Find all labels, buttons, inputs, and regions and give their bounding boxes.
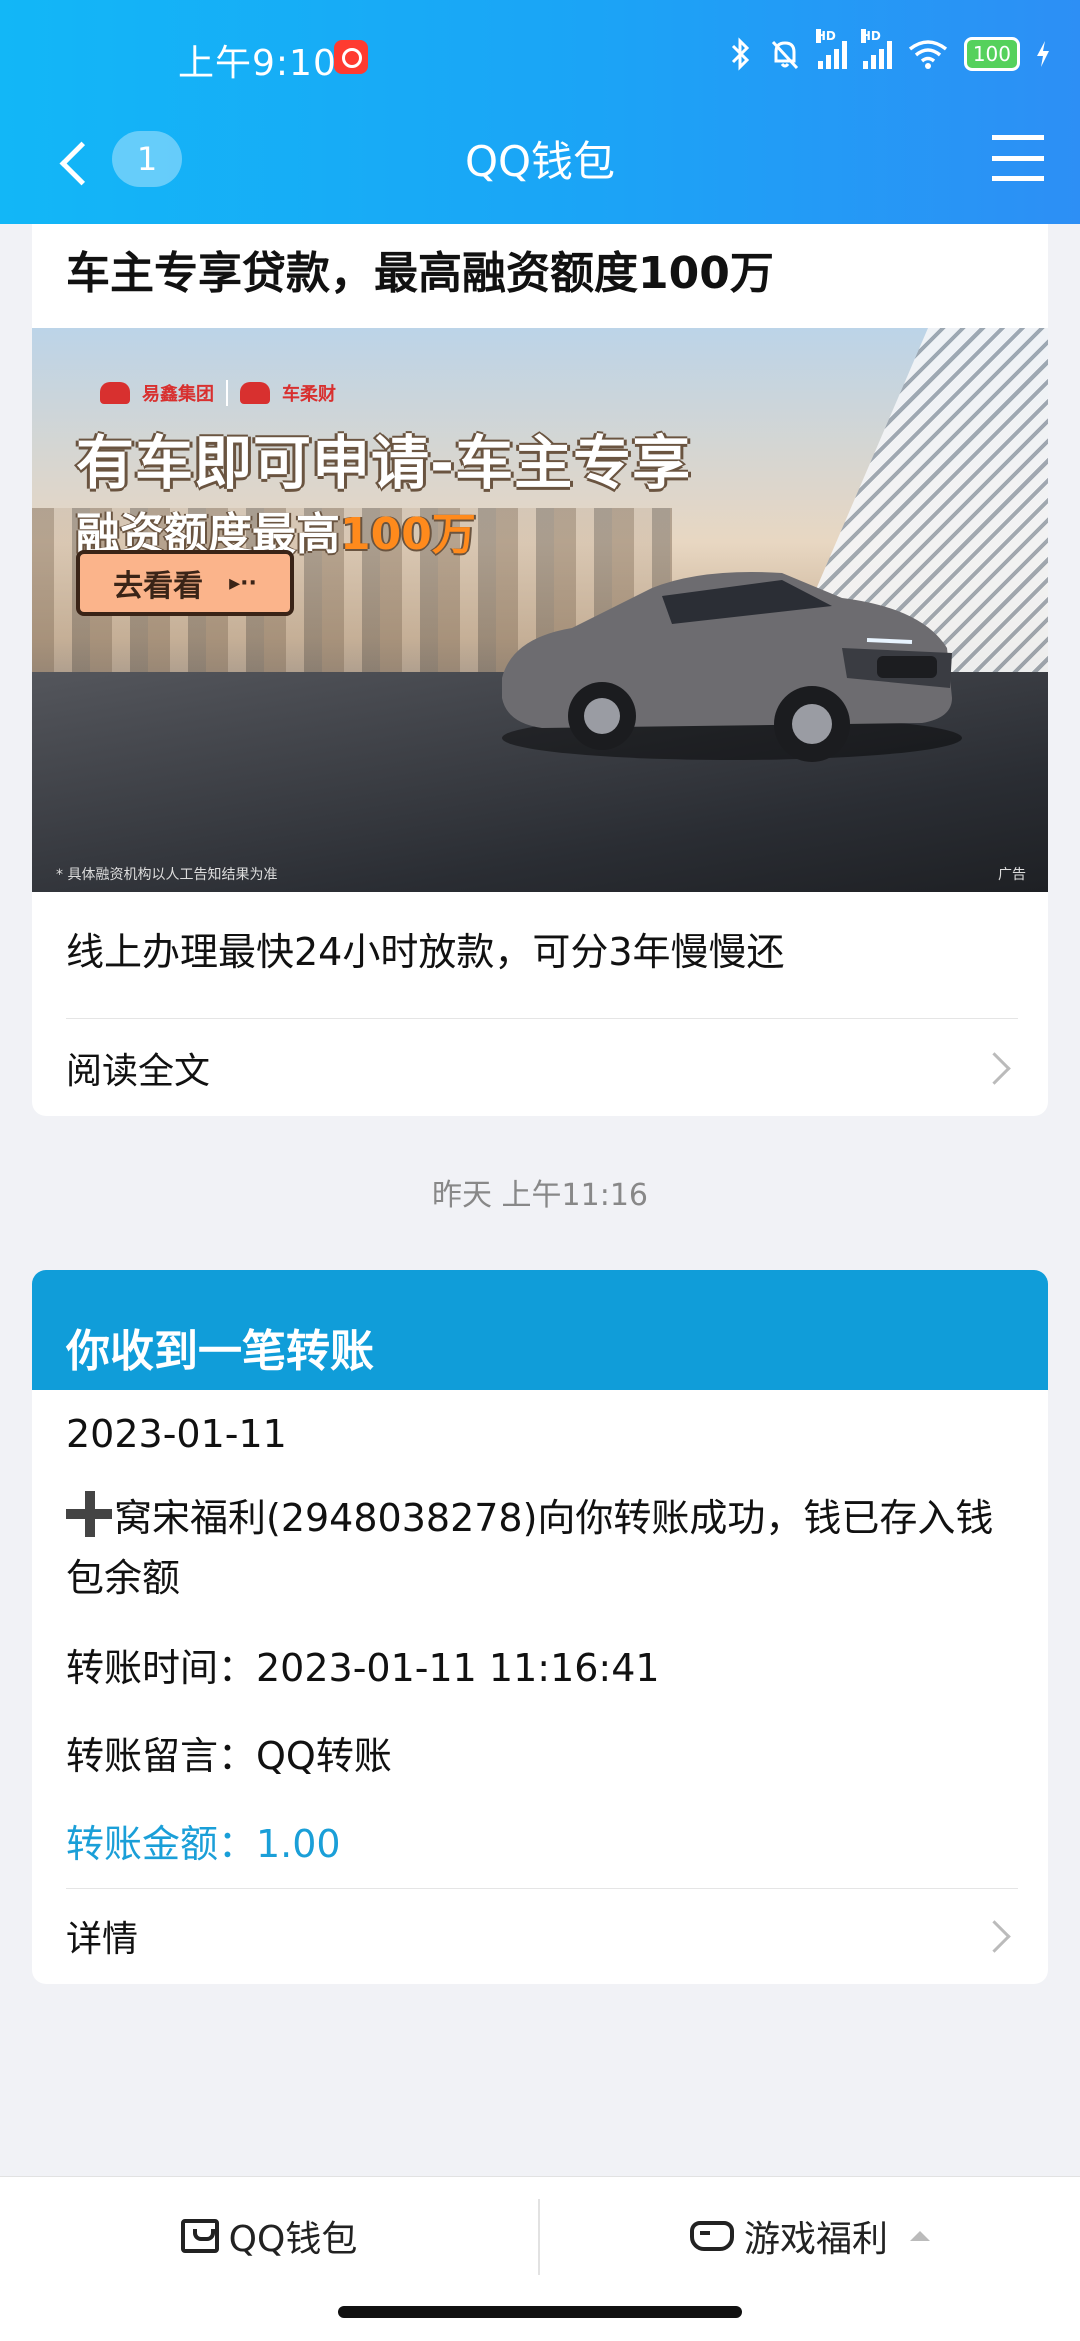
ad-tag: 广告 (998, 867, 1026, 883)
transfer-amount: 转账金额：1.00 (66, 1822, 341, 1866)
brand2-label: 车柔财 (282, 384, 336, 405)
tab-qq-wallet-label: QQ钱包 (228, 2219, 358, 2260)
chevron-right-icon (978, 1051, 1011, 1085)
tab-game-benefits[interactable]: 游戏福利 (540, 2177, 1080, 2295)
status-bar: 上午9:10 HD HD 100 (0, 0, 1080, 110)
netease-music-icon (334, 40, 368, 74)
transfer-header: 你收到一笔转账 (32, 1270, 1048, 1390)
tab-game-benefits-label: 游戏福利 (743, 2219, 888, 2260)
status-icons: HD HD 100 (730, 29, 1050, 74)
logo-divider (226, 380, 228, 406)
details-row[interactable]: 详情 (66, 1892, 1018, 1980)
divider (66, 1018, 1018, 1019)
bluetooth-icon (731, 37, 749, 71)
cheroucai-logo-icon (240, 382, 270, 404)
mute-bell-icon (771, 40, 798, 70)
play-arrow-icon: ▸·· (229, 570, 257, 596)
car-image (502, 572, 962, 762)
charging-icon (1037, 41, 1049, 67)
subline-highlight: 100万 (340, 509, 476, 560)
details-label: 详情 (66, 1919, 139, 1960)
nav-bar: 1 QQ钱包 (0, 110, 1080, 224)
brand-logos: 易鑫集团 车柔财 (100, 380, 336, 406)
transfer-message-text: 窝宋福利(2948038278)向你转账成功，钱已存入钱包余额 (66, 1496, 994, 1600)
battery-indicator: 100 (963, 37, 1020, 71)
transfer-message: 窝宋福利(2948038278)向你转账成功，钱已存入钱包余额 (66, 1488, 1018, 1608)
page-title: QQ钱包 (464, 137, 616, 186)
divider (66, 1888, 1018, 1889)
transfer-note: 转账留言：QQ转账 (66, 1734, 392, 1778)
tab-qq-wallet[interactable]: QQ钱包 (0, 2177, 538, 2295)
ad-description: 线上办理最快24小时放款，可分3年慢慢还 (66, 930, 785, 974)
wifi-icon (908, 40, 947, 69)
yixin-logo-icon (100, 382, 130, 404)
banner-headline: 有车即可申请-车主专享 (76, 429, 692, 497)
ad-banner[interactable]: 易鑫集团 车柔财 有车即可申请-车主专享 融资额度最高100万 去看看 ▸·· *… (32, 328, 1048, 892)
gamepad-icon (689, 2221, 734, 2251)
ad-card[interactable]: 车主专享贷款，最高融资额度100万 易鑫集团 车柔财 有车即可申请-车主专享 融… (32, 224, 1048, 1116)
hd-label: HD (815, 29, 836, 43)
home-indicator[interactable] (338, 2306, 742, 2318)
transfer-time: 转账时间：2023-01-11 11:16:41 (66, 1646, 660, 1690)
signal-icon-2: HD (860, 29, 892, 69)
menu-icon[interactable] (992, 135, 1044, 181)
banner-cta-button[interactable]: 去看看 ▸·· (76, 550, 294, 616)
signal-icon: HD (815, 29, 847, 69)
transfer-title: 你收到一笔转账 (66, 1326, 374, 1377)
cta-label: 去看看 (113, 569, 204, 604)
banner-disclaimer: * 具体融资机构以人工告知结果为准 (56, 867, 278, 883)
plus-icon (66, 1491, 112, 1537)
ad-title: 车主专享贷款，最高融资额度100万 (66, 248, 774, 299)
chevron-right-icon (978, 1919, 1011, 1953)
transfer-card[interactable]: 你收到一笔转账 2023-01-11 窝宋福利(2948038278)向你转账成… (32, 1270, 1048, 1984)
message-timestamp: 昨天 上午11:16 (432, 1178, 648, 1213)
caret-up-icon (910, 2231, 930, 2241)
read-more-label: 阅读全文 (66, 1051, 211, 1092)
hd-label-2: HD (860, 29, 881, 43)
read-more-row[interactable]: 阅读全文 (66, 1024, 1018, 1112)
app-header: 上午9:10 HD HD 100 1 QQ钱包 (0, 0, 1080, 224)
transfer-date: 2023-01-11 (66, 1412, 287, 1456)
wallet-icon (180, 2219, 219, 2253)
status-time: 上午9:10 (178, 43, 337, 84)
brand1-label: 易鑫集团 (142, 384, 214, 405)
